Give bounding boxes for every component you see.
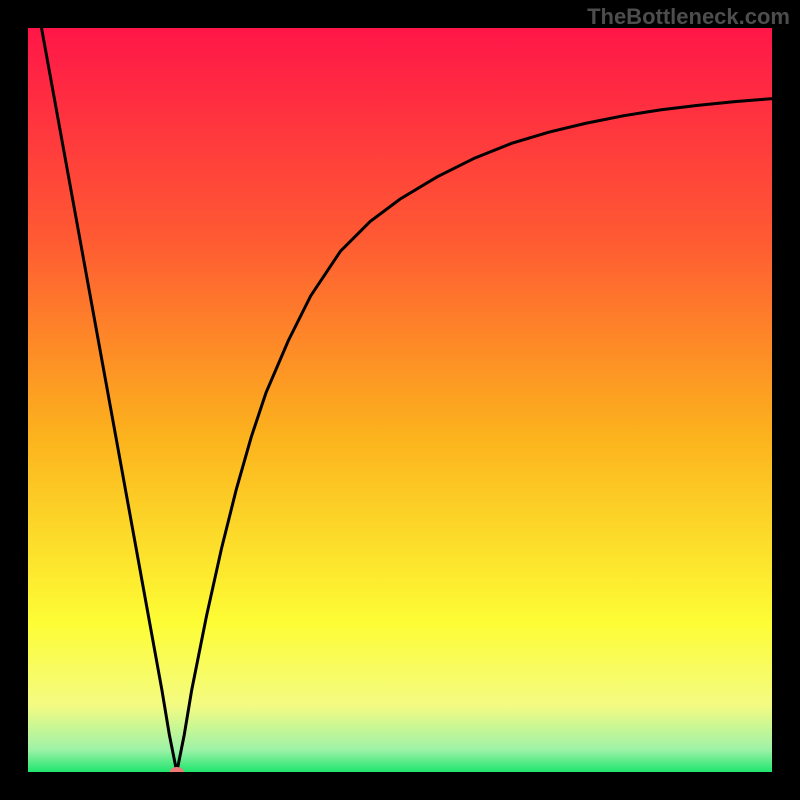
chart-frame: TheBottleneck.com	[0, 0, 800, 800]
attribution-watermark: TheBottleneck.com	[587, 4, 790, 30]
plot-area	[28, 28, 772, 772]
plot-background	[28, 28, 772, 772]
chart-svg	[28, 28, 772, 772]
